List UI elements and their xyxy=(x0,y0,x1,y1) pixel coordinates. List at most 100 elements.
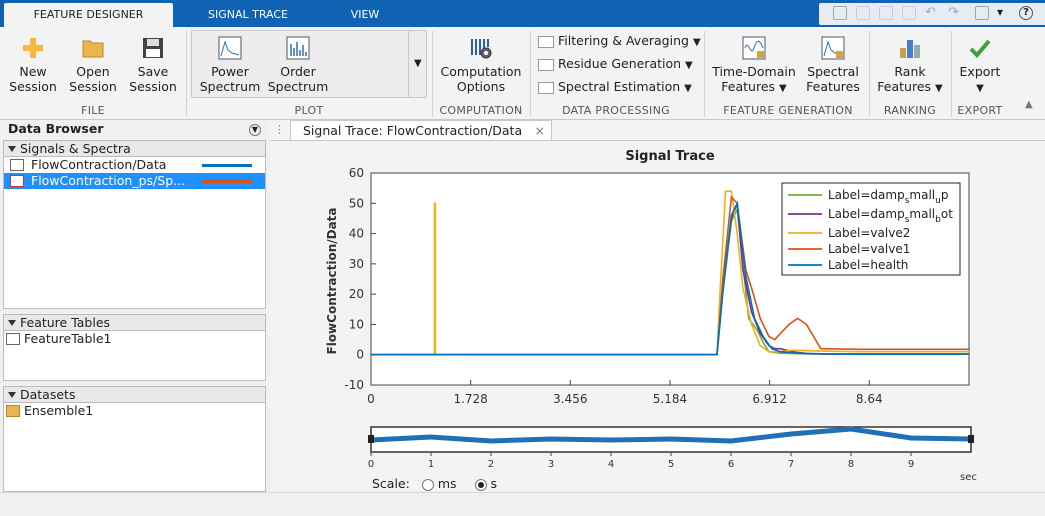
datasets-section-header[interactable]: Datasets xyxy=(3,386,266,403)
rank-features-button[interactable]: Rank Features ▼ xyxy=(874,36,946,96)
open-session-button[interactable]: Open Session xyxy=(65,36,121,94)
undo-icon[interactable]: ↶ xyxy=(925,6,939,20)
panner-tick-label: 0 xyxy=(368,459,374,470)
status-bar xyxy=(0,492,1045,516)
legend-label-part: Label=valve2 xyxy=(828,226,910,240)
export-button[interactable]: Export ▼ xyxy=(955,36,1005,96)
legend-label: Label=health xyxy=(828,258,908,272)
signals-spectra-section-header[interactable]: Signals & Spectra xyxy=(3,140,266,157)
plot-gallery-expand-button[interactable]: ▼ xyxy=(408,30,427,98)
quick-access-toolbar: ↶ ↷ ▾ ? xyxy=(819,3,1045,25)
feature-generation-group-label: FEATURE GENERATION xyxy=(723,104,853,117)
save-session-button[interactable]: Save Session xyxy=(125,36,181,94)
save-icon[interactable] xyxy=(833,6,847,20)
scale-ms-radio[interactable] xyxy=(421,478,434,491)
legend-label: Label=valve1 xyxy=(828,242,910,256)
legend-label-part: Label=damp xyxy=(828,207,905,221)
export-group-label: EXPORT xyxy=(957,104,1003,117)
residue-icon xyxy=(538,58,554,71)
table-icon xyxy=(6,333,20,345)
series-color-swatch xyxy=(202,164,252,167)
power-spectrum-button[interactable]: Power Spectrum xyxy=(197,36,263,94)
signals-list: FlowContraction/Data FlowContraction_ps/… xyxy=(3,157,266,309)
residue-generation-button[interactable]: Residue Generation ▼ xyxy=(538,56,693,71)
list-item[interactable]: Ensemble1 xyxy=(4,403,265,419)
order-spectrum-button[interactable]: Order Spectrum xyxy=(265,36,331,94)
spectral-features-icon xyxy=(821,36,845,60)
folder-icon xyxy=(82,40,104,58)
y-tick-label: 60 xyxy=(349,166,364,180)
data-browser-title: Data Browser xyxy=(8,121,104,136)
close-icon[interactable]: × xyxy=(535,121,545,140)
panner-right-handle[interactable] xyxy=(968,435,974,443)
scale-s-radio[interactable] xyxy=(474,478,487,491)
copy-icon[interactable] xyxy=(879,6,893,20)
new-session-button[interactable]: New Session xyxy=(5,36,61,94)
cut-icon[interactable] xyxy=(856,6,870,20)
separator xyxy=(186,31,187,117)
separator xyxy=(704,31,705,117)
chart-title: Signal Trace xyxy=(625,149,714,164)
feature-tables-section-header[interactable]: Feature Tables xyxy=(3,314,266,331)
legend-label-part: Label=valve1 xyxy=(828,242,910,256)
tab-signal-trace-document[interactable]: Signal Trace: FlowContraction/Data × xyxy=(290,120,552,140)
y-axis-label: FlowContraction/Data xyxy=(325,207,339,354)
legend-label-part: mall xyxy=(909,188,935,202)
chevron-down-icon: ▼ xyxy=(692,37,701,48)
y-tick-label: 20 xyxy=(349,287,364,301)
new-session-icon xyxy=(23,38,43,58)
switch-windows-icon[interactable] xyxy=(975,6,989,20)
plot-group-label: PLOT xyxy=(294,104,324,117)
power-spectrum-icon xyxy=(218,36,242,60)
list-item[interactable]: FeatureTable1 xyxy=(4,331,265,347)
chevron-down-icon: ▼ xyxy=(685,60,693,71)
x-tick-label: 5.184 xyxy=(653,392,687,406)
legend-label-part: mall xyxy=(909,207,935,221)
spectral-estimation-button[interactable]: Spectral Estimation ▼ xyxy=(538,79,692,94)
help-icon[interactable]: ? xyxy=(1019,6,1033,20)
computation-gear-icon xyxy=(471,39,492,59)
tab-view[interactable]: VIEW xyxy=(322,3,408,27)
spectral-features-button[interactable]: Spectral Features xyxy=(802,36,864,94)
y-tick-label: 40 xyxy=(349,227,364,241)
filtering-averaging-button[interactable]: Filtering & Averaging ▼ xyxy=(538,33,701,48)
spectrum-icon xyxy=(10,175,24,187)
legend-label-part: Label=health xyxy=(828,258,908,272)
folder-icon xyxy=(6,405,20,417)
panel-menu-icon[interactable]: ▼ xyxy=(249,124,261,136)
panner-tick-label: 3 xyxy=(548,459,554,470)
document-grip-icon[interactable]: ⋮ xyxy=(274,123,285,136)
list-item[interactable]: FlowContraction_ps/Sp... xyxy=(4,173,265,189)
panner-tick-label: 4 xyxy=(608,459,614,470)
tab-signal-trace[interactable]: SIGNAL TRACE xyxy=(180,3,316,27)
computation-group-label: COMPUTATION xyxy=(439,104,523,117)
panner-left-handle[interactable] xyxy=(368,435,374,443)
chevron-down-icon: ▼ xyxy=(779,83,787,94)
datasets-list: Ensemble1 xyxy=(3,403,266,492)
chevron-down-icon: ▼ xyxy=(684,83,692,94)
legend-label-part: p xyxy=(941,188,949,202)
y-tick-label: 10 xyxy=(349,317,364,331)
signal-trace-chart[interactable]: Signal Trace 6050403020100-10 0 1.728 3.45… xyxy=(270,141,1045,493)
x-tick-label: 8.64 xyxy=(856,392,883,406)
y-tick-label: -10 xyxy=(344,378,364,392)
chevron-down-icon: ▼ xyxy=(414,58,422,69)
dropdown-icon[interactable]: ▾ xyxy=(997,6,1011,20)
legend-label: Label=valve2 xyxy=(828,226,910,240)
panner-tick-label: 7 xyxy=(788,459,794,470)
ribbon: New Session Open Session Save Session FILE … xyxy=(0,27,1045,120)
list-item[interactable]: FlowContraction/Data xyxy=(4,157,265,173)
radio-selected-dot xyxy=(477,481,484,488)
paste-icon[interactable] xyxy=(902,6,916,20)
collapse-ribbon-icon[interactable]: ▲ xyxy=(1025,99,1033,110)
redo-icon[interactable]: ↷ xyxy=(948,6,962,20)
panner-tick-label: 8 xyxy=(848,459,854,470)
y-tick-label: 30 xyxy=(349,257,364,271)
computation-options-button[interactable]: Computation Options xyxy=(438,36,524,94)
toolstrip-tab-bar: FEATURE DESIGNER SIGNAL TRACE VIEW ↶ ↷ ▾… xyxy=(0,0,1045,27)
panner-tick-label: 5 xyxy=(668,459,674,470)
time-domain-features-button[interactable]: Time-Domain Features ▼ xyxy=(710,36,798,96)
tab-feature-designer[interactable]: FEATURE DESIGNER xyxy=(4,3,173,27)
scale-ms-label: ms xyxy=(437,476,457,491)
panner-tick-label: 9 xyxy=(908,459,914,470)
